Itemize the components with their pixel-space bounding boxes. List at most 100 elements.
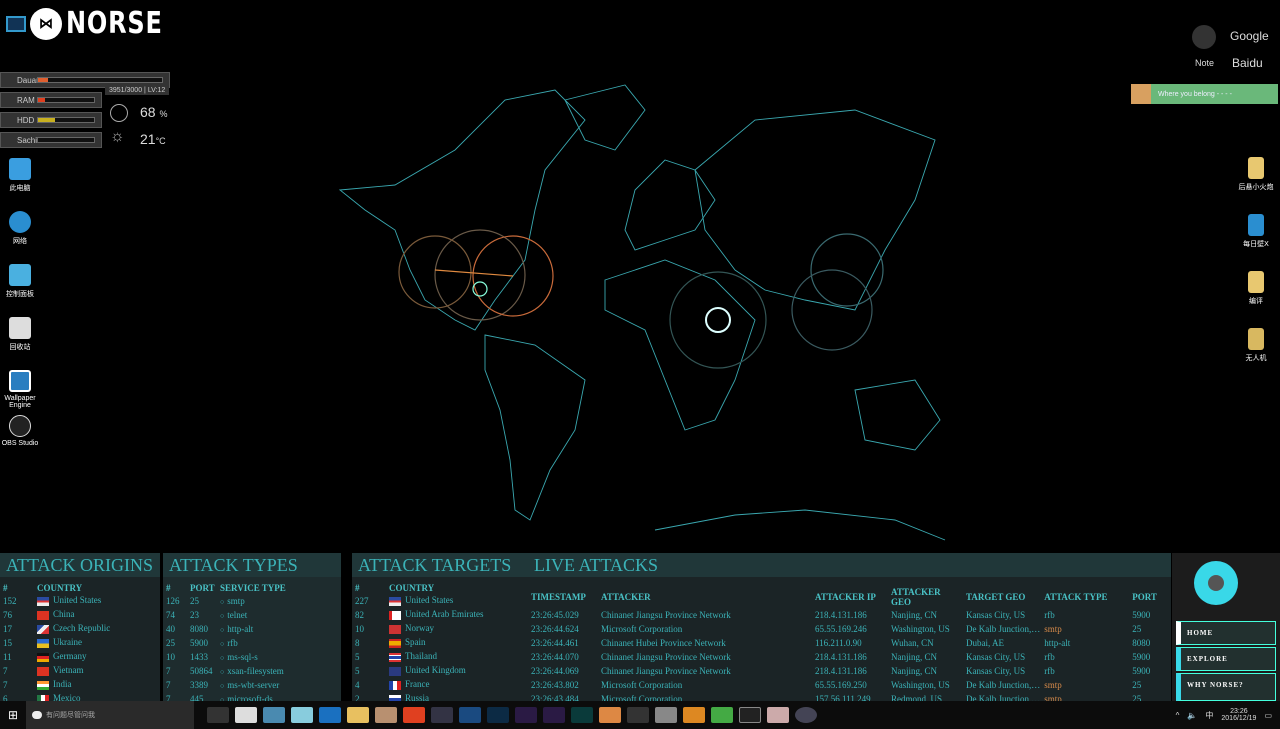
- desktop-icon-wallpaper-engine[interactable]: Wallpaper Engine: [0, 370, 45, 409]
- premiere-icon[interactable]: [543, 707, 565, 723]
- nav-why-norse[interactable]: WHY NORSE?: [1176, 673, 1276, 701]
- app-icon[interactable]: [795, 707, 817, 723]
- photoshop-icon[interactable]: [487, 707, 509, 723]
- search-box[interactable]: 有问题尽管问我: [26, 701, 194, 729]
- note-icon[interactable]: [1192, 25, 1216, 49]
- timestamp: 23:26:44.069: [531, 665, 579, 676]
- telegram-icon[interactable]: [459, 707, 481, 723]
- table-row: 152 United States: [3, 593, 114, 607]
- country: France: [389, 677, 487, 691]
- store-icon[interactable]: [235, 707, 257, 723]
- attacker: Chinanet Jiangsu Province Network: [601, 609, 731, 620]
- attacker-geo: Nanjing, CN: [891, 609, 937, 620]
- start-button[interactable]: ⊞: [0, 708, 26, 722]
- count: 5: [355, 665, 360, 676]
- count: 7: [3, 679, 8, 690]
- app-icon[interactable]: [627, 707, 649, 723]
- circle-icon: ○: [220, 653, 225, 662]
- app-icon[interactable]: [767, 707, 789, 723]
- service-type: ○ http-alt: [220, 623, 254, 634]
- nav-home[interactable]: HOME: [1176, 621, 1276, 645]
- desktop-icon-obs-studio[interactable]: OBS Studio: [0, 415, 45, 447]
- app-icon[interactable]: [375, 707, 397, 723]
- port: 8080: [190, 623, 208, 634]
- attack-types-panel: ATTACK TYPES # PORT SERVICE TYPE 126 25 ○ smtp…: [163, 553, 341, 701]
- service-type: ○ xsan-filesystem: [220, 665, 284, 676]
- desktop-folder-4[interactable]: 无人机: [1231, 328, 1280, 363]
- desktop-folder-2[interactable]: 每日壁X: [1231, 214, 1280, 249]
- table-row: 126 25 ○ smtp: [166, 593, 290, 607]
- nav-explore[interactable]: EXPLORE: [1176, 647, 1276, 671]
- chrome-icon[interactable]: [599, 707, 621, 723]
- baidu-link[interactable]: Baidu: [1232, 56, 1263, 70]
- target-geo: Kansas City, US: [966, 609, 1026, 620]
- flag-vn-icon: [37, 666, 49, 676]
- notification-icon[interactable]: ▭: [1264, 711, 1272, 720]
- meter-sachi: Sachi: [0, 132, 102, 148]
- edge-icon[interactable]: [319, 707, 341, 723]
- meter-hdd: HDD: [0, 112, 102, 128]
- table-row: 6 Mexico: [3, 691, 114, 701]
- music-player[interactable]: Where you belong - - - -: [1131, 84, 1278, 104]
- map-control-dial[interactable]: [1194, 561, 1238, 605]
- flag-ae-icon: [389, 610, 401, 620]
- table-row: 10 1433 ○ ms-sql-s: [166, 649, 290, 663]
- after-effects-icon[interactable]: [515, 707, 537, 723]
- obs-icon[interactable]: [739, 707, 761, 723]
- task-view-icon[interactable]: [207, 707, 229, 723]
- note-link[interactable]: Note: [1195, 58, 1214, 68]
- count: 76: [3, 609, 12, 620]
- count: 25: [166, 637, 175, 648]
- port: 25: [1132, 623, 1142, 634]
- circle-icon: ○: [220, 667, 225, 676]
- service-type: ○ ms-wbt-server: [220, 679, 280, 690]
- brand-name: NORSE: [66, 6, 163, 41]
- desktop-icon-this-pc[interactable]: 此电脑: [0, 158, 45, 193]
- cortana-icon: [32, 711, 42, 719]
- app-icon[interactable]: [683, 707, 705, 723]
- attacker: Microsoft Corporation: [601, 679, 683, 690]
- taskbar: ⊞ 有问题尽管问我 ^ 🔈 中 23:26 2016/12/19 ▭: [0, 701, 1280, 729]
- europe: [624, 159, 716, 251]
- netease-music-icon[interactable]: [403, 707, 425, 723]
- table-row: 23:26:44.624 Microsoft Corporation 65.55.1…: [531, 621, 1161, 635]
- attack-type: rfb: [1044, 651, 1055, 662]
- count: 17: [3, 623, 12, 634]
- timestamp: 23:26:44.070: [531, 651, 579, 662]
- port: 23: [190, 609, 199, 620]
- desktop-icon-control-panel[interactable]: 控制面板: [0, 264, 45, 299]
- steam-icon[interactable]: [431, 707, 453, 723]
- app-icon[interactable]: [655, 707, 677, 723]
- port: 25: [190, 595, 199, 606]
- greenland: [564, 84, 646, 151]
- attacker-geo: Nanjing, CN: [891, 665, 937, 676]
- country: Russia: [389, 691, 487, 701]
- wechat-icon[interactable]: [711, 707, 733, 723]
- app-icon[interactable]: [263, 707, 285, 723]
- google-link[interactable]: Google: [1230, 29, 1269, 43]
- attacker-geo: Wuhan, CN: [891, 637, 934, 648]
- desktop-folder-3[interactable]: 编评: [1231, 271, 1280, 306]
- norse-logo: ⋈ NORSE: [6, 6, 187, 41]
- port: 1433: [190, 651, 208, 662]
- explorer-icon[interactable]: [347, 707, 369, 723]
- desktop-folder-1[interactable]: 后悬小火炮: [1231, 157, 1280, 192]
- world-map[interactable]: [335, 80, 950, 550]
- service-type: ○ microsoft-ds: [220, 691, 290, 702]
- count: 8: [355, 637, 360, 648]
- desktop-icon-recycle-bin[interactable]: 回收站: [0, 317, 45, 352]
- attack-type: smtp: [1044, 679, 1062, 690]
- chevron-up-icon[interactable]: ^: [1176, 711, 1180, 720]
- country: Ukraine: [37, 635, 114, 649]
- table-row: 227 United States: [355, 593, 487, 607]
- volume-icon[interactable]: 🔈: [1187, 711, 1197, 720]
- ime-indicator[interactable]: 中: [1205, 710, 1213, 721]
- desktop-icon-network[interactable]: 网络: [0, 211, 45, 246]
- attacker-ip: 65.55.169.246: [815, 623, 867, 634]
- panel-title: ATTACK ORIGINS: [0, 553, 160, 577]
- timestamp: 23:26:43.802: [531, 679, 579, 690]
- audition-icon[interactable]: [571, 707, 593, 723]
- flag-us-icon: [37, 596, 49, 606]
- app-icon[interactable]: [291, 707, 313, 723]
- clock[interactable]: 23:26 2016/12/19: [1221, 708, 1256, 722]
